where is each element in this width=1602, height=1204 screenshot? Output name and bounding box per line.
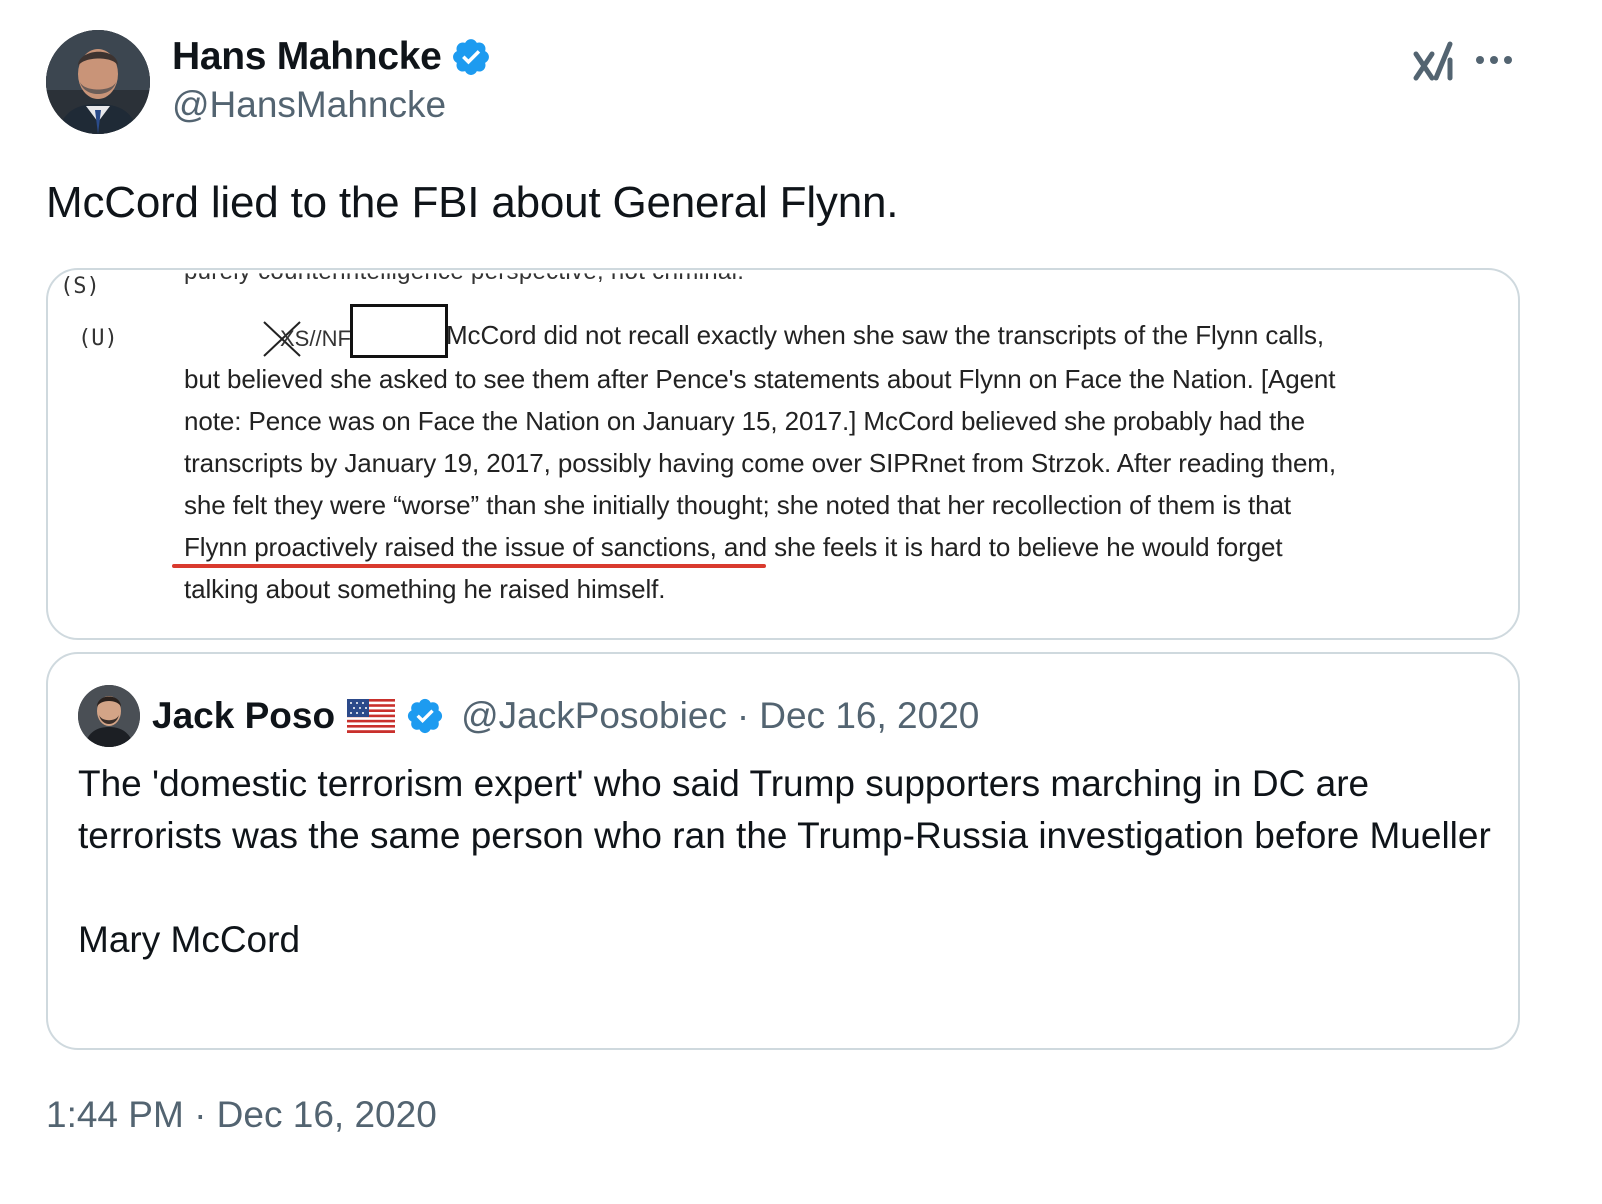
document-line: but believed she asked to see them after… — [184, 364, 1336, 394]
classification-marker-s: (S) — [60, 274, 100, 299]
quoted-tweet-header: Jack Poso @JackPosobiec · Dec 16, 2020 — [78, 684, 1488, 748]
document-line: McCord did not recall exactly when she s… — [446, 320, 1325, 350]
redaction-box — [350, 304, 448, 358]
more-icon[interactable] — [1472, 48, 1516, 72]
quoted-tweet[interactable]: Jack Poso @JackPosobiec · Dec 16, 2020 T… — [46, 652, 1520, 1050]
tweet-text: McCord lied to the FBI about General Fly… — [46, 178, 899, 227]
tweet-card: Hans Mahncke @HansMahncke McCord lied to… — [0, 0, 1602, 1204]
author-display-name[interactable]: Hans Mahncke — [172, 35, 442, 79]
grok-icon[interactable] — [1412, 40, 1456, 84]
quoted-tweet-date[interactable]: Dec 16, 2020 — [759, 695, 979, 737]
us-flag-icon — [347, 699, 396, 733]
author-name-row: Hans Mahncke — [172, 34, 492, 80]
author-avatar[interactable] — [46, 30, 150, 134]
media-card[interactable]: purely counterintelligence perspective, … — [46, 268, 1520, 640]
quoted-tweet-paragraph: Mary McCord — [78, 919, 301, 960]
document-cut-line: purely counterintelligence perspective, … — [184, 268, 745, 285]
quoted-verified-badge-icon[interactable] — [405, 696, 445, 736]
document-line: she felt they were “worse” than she init… — [184, 490, 1291, 520]
separator-dot: · — [736, 695, 750, 736]
red-underline — [172, 564, 766, 568]
quoted-tweet-text: The 'domestic terrorism expert' who said… — [78, 758, 1498, 966]
document-line: Flynn proactively raised the issue of sa… — [184, 532, 1283, 562]
author-block: Hans Mahncke @HansMahncke — [172, 34, 492, 126]
verified-badge-icon[interactable] — [450, 36, 492, 78]
document-line: transcripts by January 19, 2017, possibl… — [184, 448, 1336, 478]
tweet-timestamp[interactable]: 1:44 PM · Dec 16, 2020 — [46, 1094, 437, 1136]
quoted-author-handle[interactable]: @JackPosobiec — [461, 695, 727, 737]
author-avatar-image — [46, 30, 150, 134]
classification-marker-u: (U) — [78, 326, 118, 351]
quoted-author-name[interactable]: Jack Poso — [152, 695, 335, 737]
document-image: purely counterintelligence perspective, … — [48, 270, 1518, 638]
redaction-strike-icon: XS//NF — [263, 321, 351, 357]
quoted-tweet-paragraph: The 'domestic terrorism expert' who said… — [78, 763, 1491, 856]
document-line: talking about something he raised himsel… — [184, 574, 666, 604]
redaction-mark-text: XS//NF — [280, 326, 351, 351]
quoted-avatar-image — [78, 685, 140, 747]
author-handle[interactable]: @HansMahncke — [172, 84, 492, 126]
quoted-author-avatar[interactable] — [78, 685, 140, 747]
document-line: note: Pence was on Face the Nation on Ja… — [184, 406, 1305, 436]
tweet-header: Hans Mahncke @HansMahncke — [46, 30, 1556, 138]
